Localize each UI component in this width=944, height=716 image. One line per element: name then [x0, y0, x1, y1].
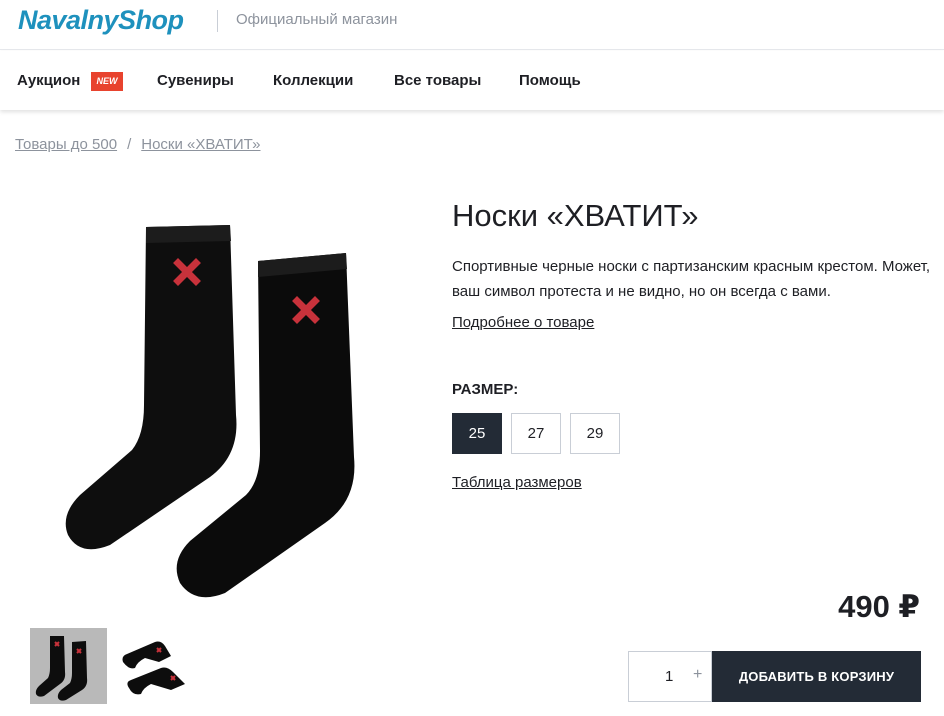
breadcrumb-item-category[interactable]: Товары до 500: [15, 136, 117, 153]
quantity-value[interactable]: 1: [665, 668, 673, 685]
breadcrumb-separator: /: [127, 136, 132, 153]
new-badge: NEW: [91, 72, 123, 91]
top-header: NavalnyShop Официальный магазин: [0, 0, 944, 50]
product-description: Спортивные черные носки с партизанским к…: [452, 258, 931, 300]
nav-item-souvenirs[interactable]: Сувениры: [157, 72, 234, 89]
breadcrumb-item-product[interactable]: Носки «ХВАТИТ»: [141, 136, 260, 153]
nav-item-collections[interactable]: Коллекции: [273, 72, 353, 89]
main-nav: Аукцион NEW Сувениры Коллекции Все товар…: [0, 51, 944, 110]
product-thumbnail-2[interactable]: [115, 628, 192, 704]
product-main-image[interactable]: [40, 205, 400, 615]
nav-item-help[interactable]: Помощь: [519, 72, 581, 89]
size-option-27[interactable]: 27: [511, 413, 561, 454]
quantity-stepper[interactable]: 1 +: [628, 651, 712, 702]
socks-pair-thumbnail-icon: [35, 636, 88, 701]
site-logo[interactable]: NavalnyShop: [18, 5, 184, 36]
size-label: РАЗМЕР:: [452, 381, 519, 398]
add-to-cart-button[interactable]: ДОБАВИТЬ В КОРЗИНУ: [712, 651, 921, 702]
socks-flat-thumbnail-icon: [122, 641, 185, 695]
size-table-link[interactable]: Таблица размеров: [452, 474, 582, 491]
quantity-increment-icon[interactable]: +: [693, 666, 702, 684]
product-title: Носки «ХВАТИТ»: [452, 198, 699, 233]
site-tagline: Официальный магазин: [236, 11, 398, 28]
product-price: 490 ₽: [838, 589, 920, 624]
logo-divider: [217, 10, 218, 32]
nav-item-auction[interactable]: Аукцион: [17, 72, 80, 89]
product-details-link[interactable]: Подробнее о товаре: [452, 314, 594, 331]
product-thumbnail-1[interactable]: [30, 628, 107, 704]
breadcrumb: Товары до 500 / Носки «ХВАТИТ»: [15, 136, 261, 153]
nav-item-all-products[interactable]: Все товары: [394, 72, 481, 89]
size-option-29[interactable]: 29: [570, 413, 620, 454]
size-option-25[interactable]: 25: [452, 413, 502, 454]
socks-pair-photo-icon: [65, 225, 355, 598]
